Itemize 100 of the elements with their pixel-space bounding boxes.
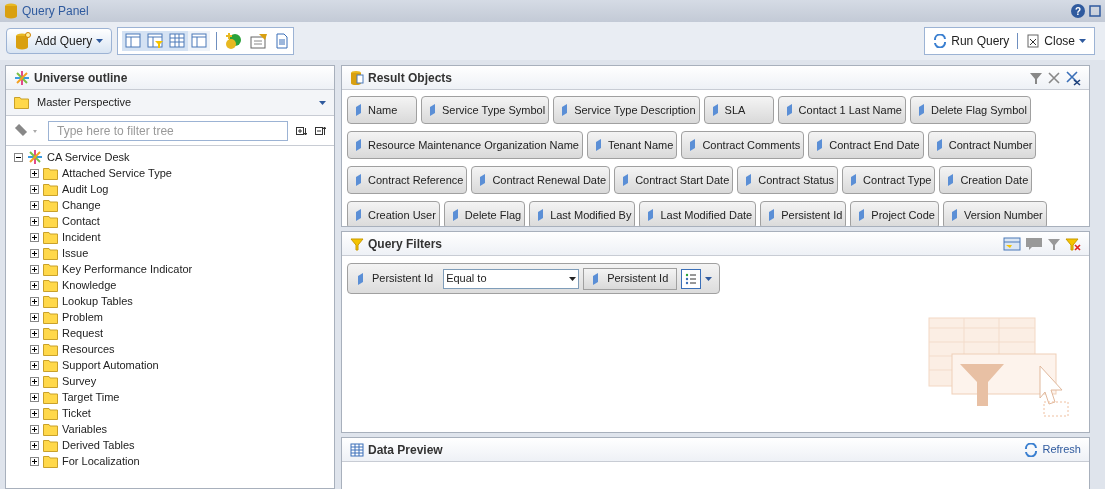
folder-icon [43,262,58,276]
caret-icon [96,39,104,43]
expand-icon[interactable] [30,328,39,338]
expand-icon[interactable] [30,344,39,354]
maximize-icon[interactable] [1089,5,1101,17]
result-object-chip[interactable]: Contract Reference [347,166,468,194]
result-object-chip[interactable]: Delete Flag [443,201,526,226]
refresh-button[interactable]: Refresh [1024,441,1081,458]
filter-object[interactable]: Persistent Id [351,266,440,291]
expand-icon[interactable] [30,456,39,466]
tree-item[interactable]: Key Performance Indicator [62,260,193,278]
clear-filter-icon[interactable] [1065,236,1081,251]
result-object-chip[interactable]: Last Modified By [529,201,636,226]
tree-item[interactable]: Contact [62,212,100,230]
operator-dropdown[interactable]: Equal to [443,268,580,289]
expand-icon[interactable] [30,312,39,322]
close-icon[interactable] [1047,70,1061,85]
expand-icon[interactable] [30,280,39,290]
help-button[interactable]: ? [1071,4,1085,18]
add-query-button[interactable]: Add Query [6,28,113,54]
folder-icon [43,198,58,212]
operand-object[interactable]: Persistent Id [583,267,678,290]
object-icon [950,209,958,221]
result-object-chip[interactable]: Contract Number [927,131,1037,159]
folder-icon [14,96,29,109]
tree-item[interactable]: Knowledge [62,276,117,294]
close-button[interactable]: Close [1018,28,1094,54]
expand-icon[interactable] [30,440,39,450]
result-object-chip[interactable]: Contract End Date [808,131,924,159]
expand-icon[interactable] [30,360,39,370]
result-object-chip[interactable]: Contract Status [737,166,839,194]
result-object-chip[interactable]: Service Type Description [553,96,700,124]
object-icon [917,104,925,116]
expand-icon[interactable] [30,264,39,274]
expand-icon[interactable] [30,168,39,178]
result-object-chip[interactable]: Contract Type [842,166,936,194]
sphere-icon[interactable] [223,31,244,51]
tree-item[interactable]: Ticket [62,404,91,422]
object-icon [594,139,602,151]
tree-item[interactable]: For Localization [62,452,140,470]
filter-icon[interactable] [1047,236,1061,251]
filter-field[interactable]: Type here to filter tree [48,120,288,141]
result-object-chip[interactable]: Delete Flag Symbol [909,96,1031,124]
expand-icon[interactable] [30,296,39,306]
result-object-chip[interactable]: Version Number [942,201,1047,226]
remove-all-icon[interactable] [1065,69,1081,86]
result-object-chip[interactable]: Contract Start Date [614,166,734,194]
result-object-chip[interactable]: SLA [703,96,774,124]
perspective-dropdown[interactable]: Master Perspective [6,90,334,116]
result-object-chip[interactable]: Contract Comments [681,131,805,159]
collapse-all-icon[interactable] [315,125,326,136]
tree-item[interactable]: Change [62,196,101,214]
result-object-chip[interactable]: Tenant Name [586,131,678,159]
result-object-chip[interactable]: Service Type Symbol [421,96,550,124]
tree-item[interactable]: Target Time [62,388,120,406]
document-icon[interactable] [275,33,290,49]
result-object-chip[interactable]: Project Code [850,201,939,226]
database-icon [350,69,364,86]
expand-all-icon[interactable] [296,125,307,136]
tree-item[interactable]: Survey [62,372,97,390]
expand-icon[interactable] [30,392,39,402]
comment-icon[interactable] [1025,236,1043,251]
expand-icon[interactable] [30,424,39,434]
tree-item[interactable]: Variables [62,420,108,438]
result-object-chip[interactable]: Name [347,96,417,124]
tree-item[interactable]: Incident [62,228,101,246]
filter-panel-icon[interactable] [1003,236,1021,251]
list-icon[interactable] [681,268,702,289]
folder-icon [43,310,58,324]
tree-item[interactable]: Lookup Tables [62,292,133,310]
expand-icon[interactable] [30,200,39,210]
tree-item[interactable]: Problem [62,308,103,326]
tree-item[interactable]: CA Service Desk [47,148,130,166]
run-query-button[interactable]: Run Query [925,28,1018,54]
expand-icon[interactable] [30,408,39,418]
tree-item[interactable]: Derived Tables [62,436,135,454]
expand-icon[interactable] [30,248,39,258]
expand-icon[interactable] [30,376,39,386]
result-object-chip[interactable]: Persistent Id [760,201,847,226]
tree-item[interactable]: Support Automation [62,356,159,374]
expand-icon[interactable] [30,216,39,226]
result-object-chip[interactable]: Contract Renewal Date [471,166,611,194]
object-icon [537,209,545,221]
tree-item[interactable]: Issue [62,244,89,262]
tree-item[interactable]: Attached Service Type [62,164,172,182]
result-object-chip[interactable]: Resource Maintenance Organization Name [347,131,583,159]
caret-icon[interactable] [705,276,713,281]
folder-icon [43,358,58,372]
tree-item[interactable]: Request [62,324,103,342]
expand-icon[interactable] [30,232,39,242]
result-object-chip[interactable]: Last Modified Date [639,201,757,226]
filter-icon[interactable] [1029,70,1043,85]
tree-item[interactable]: Audit Log [62,180,109,198]
preview-layout-icon[interactable] [188,31,211,51]
collapse-icon[interactable] [14,152,23,162]
result-object-chip[interactable]: Contact 1 Last Name [777,96,906,124]
result-object-chip[interactable]: Creation Date [939,166,1033,194]
result-object-chip[interactable]: Creation User [347,201,440,226]
tree-item[interactable]: Resources [62,340,115,358]
expand-icon[interactable] [30,184,39,194]
